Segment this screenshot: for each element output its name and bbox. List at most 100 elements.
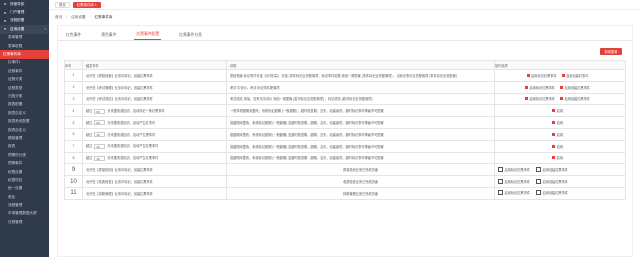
- tab-item[interactable]: 红黑事件配置: [134, 30, 162, 40]
- days-input[interactable]: 30: [94, 155, 106, 161]
- option-checkbox[interactable]: 启用标记红黑事件: [498, 190, 530, 196]
- checkbox-checked-icon: [525, 85, 528, 89]
- sidebar-item[interactable]: 日程管理: [0, 218, 49, 226]
- checkbox-checked-icon: [560, 85, 563, 89]
- sidebar-item[interactable]: 证照类型: [0, 84, 49, 92]
- sidebar-item[interactable]: 归档分类: [0, 92, 49, 100]
- row-trigger: 超过 30 天未整改或回访，自动产生红黑事件: [82, 139, 227, 153]
- checkbox-checked-icon: [560, 97, 563, 101]
- option-label: 启用: [556, 121, 563, 126]
- option-checkbox[interactable]: 启用标记红黑事件: [498, 178, 530, 184]
- option-checkbox[interactable]: 启用标记红黑事件: [525, 96, 555, 101]
- sidebar-item-label: 证照事件: [8, 68, 23, 73]
- sidebar-item[interactable]: 市场管理数据大屏: [0, 210, 49, 218]
- days-input[interactable]: 30: [94, 132, 106, 138]
- option-label: 启用标记红黑事件: [529, 85, 556, 90]
- sidebar-item[interactable]: 流程管理: [0, 201, 49, 209]
- breadcrumb-item-current: 红黑事件库: [94, 14, 113, 19]
- table-row: 4 超过 60 天未整改或回访，自动标记一条红黑事件 一般事项超期未整改，系统标记超期 …: [64, 104, 626, 118]
- row-trigger: 超过 60 天未整改或回访，自动标记一条红黑事件: [82, 104, 227, 118]
- option-checkbox[interactable]: 启用: [552, 155, 563, 160]
- sidebar-item-label: 归档分类: [8, 93, 23, 98]
- sidebar-item[interactable]: 报表: [0, 143, 49, 151]
- option-checkbox[interactable]: 启用标记红黑事件: [525, 85, 555, 90]
- sidebar-item[interactable]: 表单权限: [0, 42, 49, 50]
- option-checkbox[interactable]: 启用: [552, 132, 563, 137]
- row-trigger: 允许在【收费检查】业务中标记，创建红黑事件: [82, 175, 227, 188]
- option-checkbox[interactable]: 启用创建红黑事件: [560, 96, 590, 101]
- checkbox-checked-icon: [552, 156, 556, 160]
- breadcrumb-separator: /: [66, 15, 68, 19]
- row-trigger: 允许在【质量检测】业务中标记，创建红黑事件: [82, 163, 227, 177]
- option-checkbox[interactable]: 启用创建红事件: [561, 73, 588, 78]
- option-checkbox[interactable]: 启用: [552, 108, 563, 113]
- row-number: 5: [64, 116, 83, 129]
- table-row: 5 超过 60 天未整改或回访，自动产生红事件 若超期未整改，系统标记超期 (一般超期)…: [64, 116, 626, 129]
- sidebar-item-label: 报表系统配置: [8, 119, 30, 124]
- option-checkbox[interactable]: 启用创建红黑事件: [536, 190, 569, 196]
- sidebar-item[interactable]: 预警事件: [0, 159, 49, 167]
- breadcrumb-item-settings[interactable]: 应用设置: [71, 15, 85, 20]
- sidebar-item[interactable]: ■ 门户管理 ‹: [0, 8, 49, 16]
- sidebar-item[interactable]: 证照事件: [0, 67, 49, 75]
- breadcrumb-item-home[interactable]: 首页: [55, 15, 62, 20]
- sidebar-item-label: 权限项目: [8, 177, 23, 182]
- sidebar-item-label: 证照类型: [8, 85, 23, 90]
- row-description: 考试 中评价。考试 标记事件配置项: [226, 80, 495, 94]
- sidebar-item[interactable]: ■ 流程配置 ‹: [0, 17, 49, 25]
- top-tab[interactable]: 红黑事件库 ×: [72, 1, 101, 8]
- row-description: 若超期未整改，系统标记超期 (一般超期) 至超时检查期，超期，当天，创建最低，超…: [226, 139, 495, 153]
- row-description: 一般事项超期未整改，系统标记超期 (一般超期) ，超时检查期，当天，创建最低，超…: [226, 104, 495, 118]
- option-label: 启用: [556, 132, 563, 137]
- tab-item[interactable]: 红色事件: [64, 30, 83, 40]
- tab-item[interactable]: 黑色事件: [99, 30, 118, 40]
- option-checkbox[interactable]: 启用创建红黑事件: [536, 166, 568, 172]
- option-checkbox[interactable]: 启用标记红黑事件: [498, 166, 530, 172]
- sidebar-item[interactable]: 预警的分类: [0, 151, 49, 159]
- checkbox-empty-icon: [536, 190, 541, 196]
- sidebar-item[interactable]: ■ 快速导航 ‹: [0, 0, 49, 8]
- sidebar-item[interactable]: ■ 应用设置 ▾: [0, 25, 49, 34]
- sidebar-item[interactable]: 模板管理: [0, 134, 49, 142]
- sidebar-item[interactable]: 角色: [0, 193, 49, 201]
- row-number: 8: [64, 151, 83, 165]
- option-label: 启用创建红黑事件: [542, 191, 569, 196]
- sidebar-item[interactable]: 报表自定义: [0, 126, 49, 134]
- row-trigger: 允许在【质检档案】业务中标记，创建红黑事件: [82, 69, 227, 82]
- sidebar-item-label: 证照分类: [8, 77, 23, 82]
- sidebar-item[interactable]: 报表配置: [0, 101, 49, 109]
- table-row: 10 允许在【收费检查】业务中标记，创建红黑事件 收费检查业务已完成页面 启用标记红黑…: [64, 175, 626, 188]
- sidebar-item[interactable]: 权限设置: [0, 168, 49, 176]
- sidebar-item[interactable]: 报表自定义: [0, 109, 49, 117]
- row-description: 若超期未整改，系统标记超期 (一般超期) 至超时检查期，超期，当天，创建最低，超…: [226, 127, 495, 141]
- flow-icon: ■: [3, 18, 7, 23]
- add-config-button[interactable]: 新增配置: [600, 48, 622, 55]
- sidebar-item-label: 流程配置: [10, 18, 25, 23]
- option-checkbox[interactable]: 启用创建红黑事件: [536, 178, 568, 184]
- option-checkbox[interactable]: 启用: [552, 144, 563, 149]
- chevron-icon: ‹: [45, 10, 46, 15]
- sidebar-item[interactable]: 证照分类: [0, 76, 49, 84]
- checkbox-empty-icon: [536, 178, 541, 184]
- days-input[interactable]: 30: [94, 144, 106, 149]
- sidebar-item[interactable]: 报表系统配置: [0, 117, 49, 125]
- option-checkbox[interactable]: 启用创建红黑事件: [560, 85, 590, 90]
- row-options: 启用标记红黑事件 启用创建红黑事件: [494, 186, 626, 200]
- sidebar-item-label: 预警的分类: [8, 152, 26, 157]
- days-input[interactable]: 60: [94, 108, 106, 114]
- sidebar-item[interactable]: 表单管理: [0, 34, 49, 42]
- tab-item[interactable]: 红黑事件分类: [177, 30, 204, 40]
- sidebar-item[interactable]: 红黑事件库: [0, 50, 49, 59]
- sidebar-item[interactable]: 红事件1: [0, 59, 49, 67]
- sidebar-item[interactable]: 统一设置: [0, 185, 49, 193]
- sidebar-item[interactable]: 权限项目: [0, 176, 49, 184]
- days-input[interactable]: 60: [94, 120, 106, 126]
- sidebar-item-label: 日程管理: [8, 219, 23, 224]
- option-checkbox[interactable]: 启用标记红黑事件: [526, 73, 557, 78]
- top-tab[interactable]: 首页: [55, 1, 70, 8]
- sidebar-item-label: 市场管理数据大屏: [8, 211, 37, 216]
- checkbox-checked-icon: [561, 73, 565, 77]
- table-row: 11 允许在【扣款管理】业务中标记，创建红黑事件 扣款管理业务已完成页面 启用标记红黑…: [64, 186, 626, 200]
- header-trigger: 触发事件: [82, 60, 227, 70]
- option-checkbox[interactable]: 启用: [552, 120, 563, 125]
